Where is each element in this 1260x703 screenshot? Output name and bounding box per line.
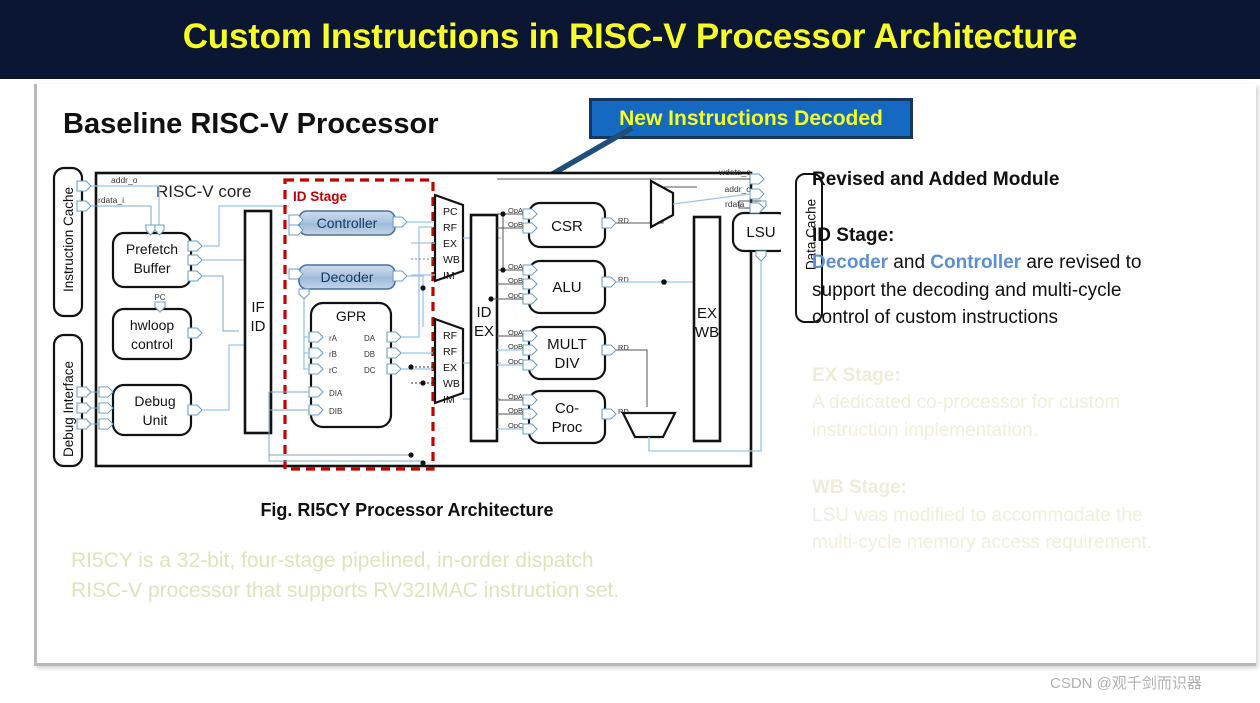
- right-panel-heading: Revised and Added Module: [812, 169, 1060, 190]
- svg-text:DIB: DIB: [329, 407, 342, 416]
- svg-text:Unit: Unit: [143, 412, 168, 428]
- svg-text:Co-: Co-: [555, 400, 579, 417]
- svg-text:ID: ID: [477, 304, 492, 321]
- mult-div-unit-block: MULT DIV: [527, 325, 607, 381]
- svg-text:ALU: ALU: [552, 279, 581, 296]
- id-stage-tail: are revised to: [1021, 252, 1142, 274]
- wb-stage-title: WB Stage:: [812, 477, 907, 499]
- id-stage-line-2: support the decoding and multi-cycle: [812, 279, 1122, 301]
- svg-text:CSR: CSR: [551, 218, 583, 235]
- svg-text:control: control: [131, 336, 173, 352]
- svg-text:Prefetch: Prefetch: [126, 241, 178, 257]
- svg-text:Proc: Proc: [552, 419, 583, 436]
- svg-text:rA: rA: [329, 334, 338, 343]
- wb-stage-section: WB Stage: LSU was modified to accommodat…: [812, 474, 1212, 557]
- new-instructions-callout[interactable]: New Instructions Decoded: [589, 98, 913, 139]
- id-stage-section: ID Stage: Decoder and Controller are rev…: [812, 222, 1212, 332]
- svg-text:PC: PC: [154, 293, 165, 302]
- alu-unit-block: ALU: [527, 259, 607, 315]
- gpr-block: GPR rA rB rC DIA DIB DA DB DC: [309, 301, 393, 429]
- svg-text:RD: RD: [618, 216, 629, 225]
- ex-stage-line-1: A dedicated co-processor for custom: [812, 392, 1121, 414]
- svg-text:Controller: Controller: [317, 215, 378, 231]
- svg-text:addr_o: addr_o: [725, 184, 752, 194]
- svg-text:IF: IF: [251, 299, 264, 316]
- wb-stage-line-1: LSU was modified to accommodate the: [812, 504, 1143, 526]
- ex-wb-register: EX WB: [692, 215, 722, 443]
- id-stage-title: ID Stage:: [812, 224, 895, 246]
- ex-stage-title: EX Stage:: [812, 364, 901, 386]
- processor-architecture-diagram: RISC-V core Instruction Cache Debug Inte…: [51, 155, 781, 495]
- svg-text:DC: DC: [364, 366, 376, 375]
- svg-text:RISC-V core: RISC-V core: [156, 182, 251, 201]
- prefetch-buffer-block: Prefetch Buffer: [111, 231, 193, 289]
- svg-text:wdata_o: wdata_o: [718, 167, 751, 177]
- wb-stage-line-2: multi-cycle memory access requirement.: [812, 532, 1152, 554]
- svg-text:DB: DB: [364, 350, 375, 359]
- id-stage-line-3: control of custom instructions: [812, 307, 1059, 329]
- right-text-panel: Revised and Added Module ID Stage: Decod…: [812, 166, 1212, 557]
- decoder-keyword: Decoder: [812, 252, 889, 274]
- svg-text:addr_o: addr_o: [111, 175, 138, 185]
- svg-text:rB: rB: [329, 350, 337, 359]
- svg-text:hwloop: hwloop: [130, 317, 175, 333]
- svg-text:ID: ID: [251, 318, 266, 335]
- section-heading: Baseline RISC-V Processor: [63, 108, 439, 140]
- svg-text:DIV: DIV: [554, 355, 579, 372]
- svg-text:EX: EX: [697, 305, 717, 322]
- svg-text:EX: EX: [474, 323, 494, 340]
- controller-keyword: Controller: [930, 252, 1022, 274]
- if-id-register: IF ID: [243, 209, 273, 435]
- figure-caption: Fig. RI5CY Processor Architecture: [260, 500, 554, 520]
- co-proc-unit-block: Co- Proc: [527, 389, 607, 445]
- id-stage-label: ID Stage: [293, 189, 348, 204]
- svg-text:rdata_i: rdata_i: [98, 195, 124, 205]
- title-bar: Custom Instructions in RISC-V Processor …: [0, 0, 1260, 79]
- id-ex-register: ID EX: [469, 213, 499, 443]
- id-stage-line-1: Decoder and Controller are revised to: [812, 249, 1212, 277]
- svg-text:WB: WB: [695, 324, 719, 341]
- callout-label: New Instructions Decoded: [619, 106, 883, 130]
- slide-card: Baseline RISC-V Processor New Instructio…: [34, 84, 1256, 666]
- slide-root: Custom Instructions in RISC-V Processor …: [0, 0, 1260, 703]
- watermark: CSDN @观千剑而识器: [1050, 675, 1202, 692]
- svg-text:DIA: DIA: [329, 389, 343, 398]
- svg-text:Instruction Cache: Instruction Cache: [61, 187, 76, 292]
- debug-unit-block: Debug Unit: [111, 383, 193, 437]
- ex-stage-section: EX Stage: A dedicated co-processor for c…: [812, 362, 1212, 445]
- ex-stage-line-2: instruction implementation.: [812, 419, 1038, 441]
- svg-text:MULT: MULT: [547, 336, 587, 353]
- page-title: Custom Instructions in RISC-V Processor …: [182, 17, 1078, 56]
- svg-text:GPR: GPR: [336, 308, 366, 324]
- csr-unit-block: CSR: [527, 201, 607, 249]
- data-cache-block: [755, 167, 779, 305]
- svg-text:Debug: Debug: [134, 393, 175, 409]
- debug-interface-block: Debug Interface: [52, 333, 84, 468]
- id-stage-conj: and: [888, 252, 931, 274]
- svg-text:DA: DA: [364, 334, 376, 343]
- hwloop-control-block: hwloop control: [111, 307, 193, 361]
- svg-text:Decoder: Decoder: [321, 269, 374, 285]
- summary-line-1: RI5CY is a 32-bit, four-stage pipelined,…: [71, 549, 594, 572]
- svg-text:rC: rC: [329, 366, 338, 375]
- decoder-module: Decoder: [298, 264, 396, 290]
- controller-module: Controller: [298, 210, 396, 236]
- svg-text:RD: RD: [618, 343, 629, 352]
- summary-text: RI5CY is a 32-bit, four-stage pipelined,…: [71, 546, 771, 607]
- svg-text:Buffer: Buffer: [133, 260, 170, 276]
- summary-line-2: RISC-V processor that supports RV32IMAC …: [71, 579, 620, 603]
- svg-text:Debug Interface: Debug Interface: [61, 361, 76, 457]
